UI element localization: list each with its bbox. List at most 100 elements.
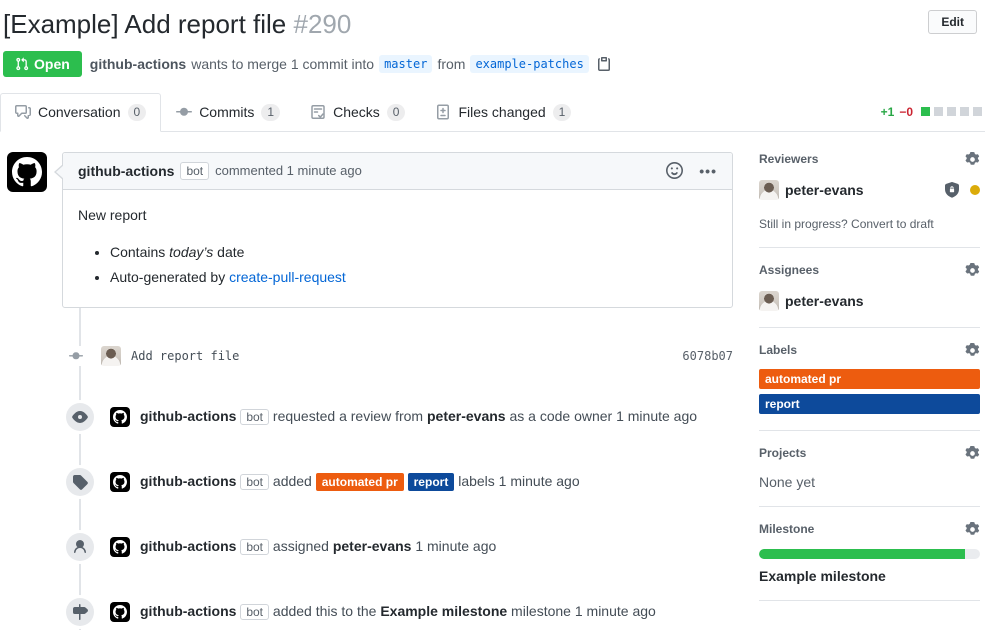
tab-commits-count: 1 — [261, 104, 280, 121]
reviewer-name-link[interactable]: peter-evans — [785, 182, 864, 198]
comment-options-icon[interactable]: ••• — [699, 163, 717, 179]
person-icon — [66, 533, 94, 561]
dismiss-review-shield-icon[interactable] — [944, 182, 960, 198]
comment-meta: commented 1 minute ago — [215, 163, 362, 178]
merge-summary: github-actions wants to merge 1 commit i… — [90, 55, 612, 73]
open-status-label: Open — [34, 56, 70, 72]
github-actions-avatar[interactable] — [110, 407, 130, 427]
diff-block — [973, 107, 982, 116]
open-status-badge: Open — [3, 51, 82, 77]
github-actions-avatar[interactable] — [110, 472, 130, 492]
tab-commits-label: Commits — [199, 104, 254, 120]
event-labels-added: github-actions bot added automated pr re… — [3, 468, 733, 496]
event-review-requested: github-actions bot requested a review fr… — [3, 403, 733, 431]
tab-checks[interactable]: Checks 0 — [295, 93, 420, 132]
sidebar-label-report[interactable]: report — [759, 394, 980, 414]
pr-header: [Example] Add report file #290 Edit Open… — [0, 0, 985, 77]
reviewer-row: peter-evans — [759, 180, 980, 200]
label-report[interactable]: report — [408, 473, 455, 491]
pr-number: #290 — [294, 9, 352, 39]
event-text: github-actions bot added this to the Exa… — [140, 603, 656, 620]
milestone-heading: Milestone — [759, 522, 814, 536]
bot-badge: bot — [240, 539, 269, 555]
diff-block — [934, 107, 943, 116]
pr-title-text: [Example] Add report file — [3, 9, 286, 39]
sidebar-label-automated-pr[interactable]: automated pr — [759, 369, 980, 389]
tab-conversation-label: Conversation — [38, 104, 121, 120]
merge-from-text: from — [437, 56, 465, 72]
bot-badge: bot — [240, 474, 269, 490]
edit-button[interactable]: Edit — [928, 10, 977, 34]
pr-comment: github-actions bot commented 1 minute ag… — [62, 152, 733, 308]
italic-text: today’s — [169, 244, 213, 260]
milestone-progress-fill — [759, 549, 965, 559]
pr-author-link[interactable]: github-actions — [90, 56, 186, 72]
tab-checks-label: Checks — [333, 104, 380, 120]
projects-gear-icon[interactable] — [965, 446, 980, 461]
create-pull-request-link[interactable]: create-pull-request — [229, 269, 346, 285]
labels-gear-icon[interactable] — [965, 343, 980, 358]
reviewers-heading: Reviewers — [759, 152, 818, 166]
diff-block — [921, 107, 930, 116]
tag-icon — [66, 468, 94, 496]
comment-bullet: Contains today’s date — [110, 242, 717, 263]
github-actions-avatar[interactable] — [7, 152, 47, 192]
head-branch-ref[interactable]: example-patches — [470, 55, 588, 73]
assignees-section: Assignees peter-evans — [759, 248, 980, 328]
tab-conversation[interactable]: Conversation 0 — [0, 93, 161, 132]
emoji-reaction-icon[interactable] — [666, 162, 683, 179]
commit-message-link[interactable]: Add report file — [131, 349, 239, 363]
assignee-name-link[interactable]: peter-evans — [785, 293, 864, 309]
additions-count: +1 — [881, 105, 895, 119]
base-branch-ref[interactable]: master — [379, 55, 432, 73]
bot-badge: bot — [180, 162, 209, 180]
github-actions-avatar[interactable] — [110, 602, 130, 622]
assignee-avatar[interactable] — [759, 291, 779, 311]
milestone-gear-icon[interactable] — [965, 522, 980, 537]
diff-block — [947, 107, 956, 116]
reviewers-gear-icon[interactable] — [965, 152, 980, 167]
github-actions-avatar[interactable] — [110, 537, 130, 557]
tab-files-changed-count: 1 — [553, 104, 572, 121]
label-automated-pr[interactable]: automated pr — [316, 473, 404, 491]
milestone-name-link[interactable]: Example milestone — [759, 568, 980, 584]
pr-status-row: Open github-actions wants to merge 1 com… — [3, 51, 977, 77]
diff-stat: +1 −0 — [881, 105, 982, 119]
event-milestone-added: github-actions bot added this to the Exa… — [3, 598, 733, 626]
checks-icon — [310, 104, 326, 120]
tab-commits[interactable]: Commits 1 — [161, 93, 295, 132]
assignees-heading: Assignees — [759, 263, 819, 277]
conversation-timeline: github-actions bot commented 1 minute ag… — [3, 152, 733, 619]
diff-block — [960, 107, 969, 116]
copy-branch-icon[interactable] — [596, 56, 612, 72]
milestone-progress-bar — [759, 549, 980, 559]
comment-body: New report Contains today’s date Auto-ge… — [63, 190, 732, 307]
conversation-icon — [15, 104, 31, 120]
comment-bullet: Auto-generated by create-pull-request — [110, 267, 717, 288]
comment-header: github-actions bot commented 1 minute ag… — [63, 153, 732, 190]
event-text: github-actions bot requested a review fr… — [140, 408, 697, 425]
comment-author-link[interactable]: github-actions — [78, 163, 174, 179]
bot-badge: bot — [240, 409, 269, 425]
commit-icon — [176, 104, 192, 120]
projects-empty-text: None yet — [759, 474, 980, 490]
assignees-gear-icon[interactable] — [965, 263, 980, 278]
committer-avatar[interactable] — [101, 346, 121, 366]
commit-sha-link[interactable]: 6078b07 — [682, 349, 733, 363]
tab-files-changed[interactable]: Files changed 1 — [420, 93, 586, 132]
event-assigned: github-actions bot assigned peter-evans … — [3, 533, 733, 561]
reviewer-avatar[interactable] — [759, 180, 779, 200]
commit-row: Add report file 6078b07 — [3, 346, 733, 366]
milestone-section: Milestone Example milestone — [759, 507, 980, 601]
milestone-icon — [66, 598, 94, 626]
merge-summary-text: wants to merge 1 commit into — [191, 56, 374, 72]
labels-heading: Labels — [759, 343, 797, 357]
reviewers-section: Reviewers peter-evans Still in progress?… — [759, 152, 980, 248]
projects-section: Projects None yet — [759, 431, 980, 507]
assignee-row: peter-evans — [759, 291, 980, 311]
projects-heading: Projects — [759, 446, 806, 460]
git-pull-request-icon — [15, 57, 29, 71]
bot-badge: bot — [240, 604, 269, 620]
deletions-count: −0 — [899, 105, 913, 119]
convert-to-draft-link[interactable]: Convert to draft — [851, 217, 934, 231]
